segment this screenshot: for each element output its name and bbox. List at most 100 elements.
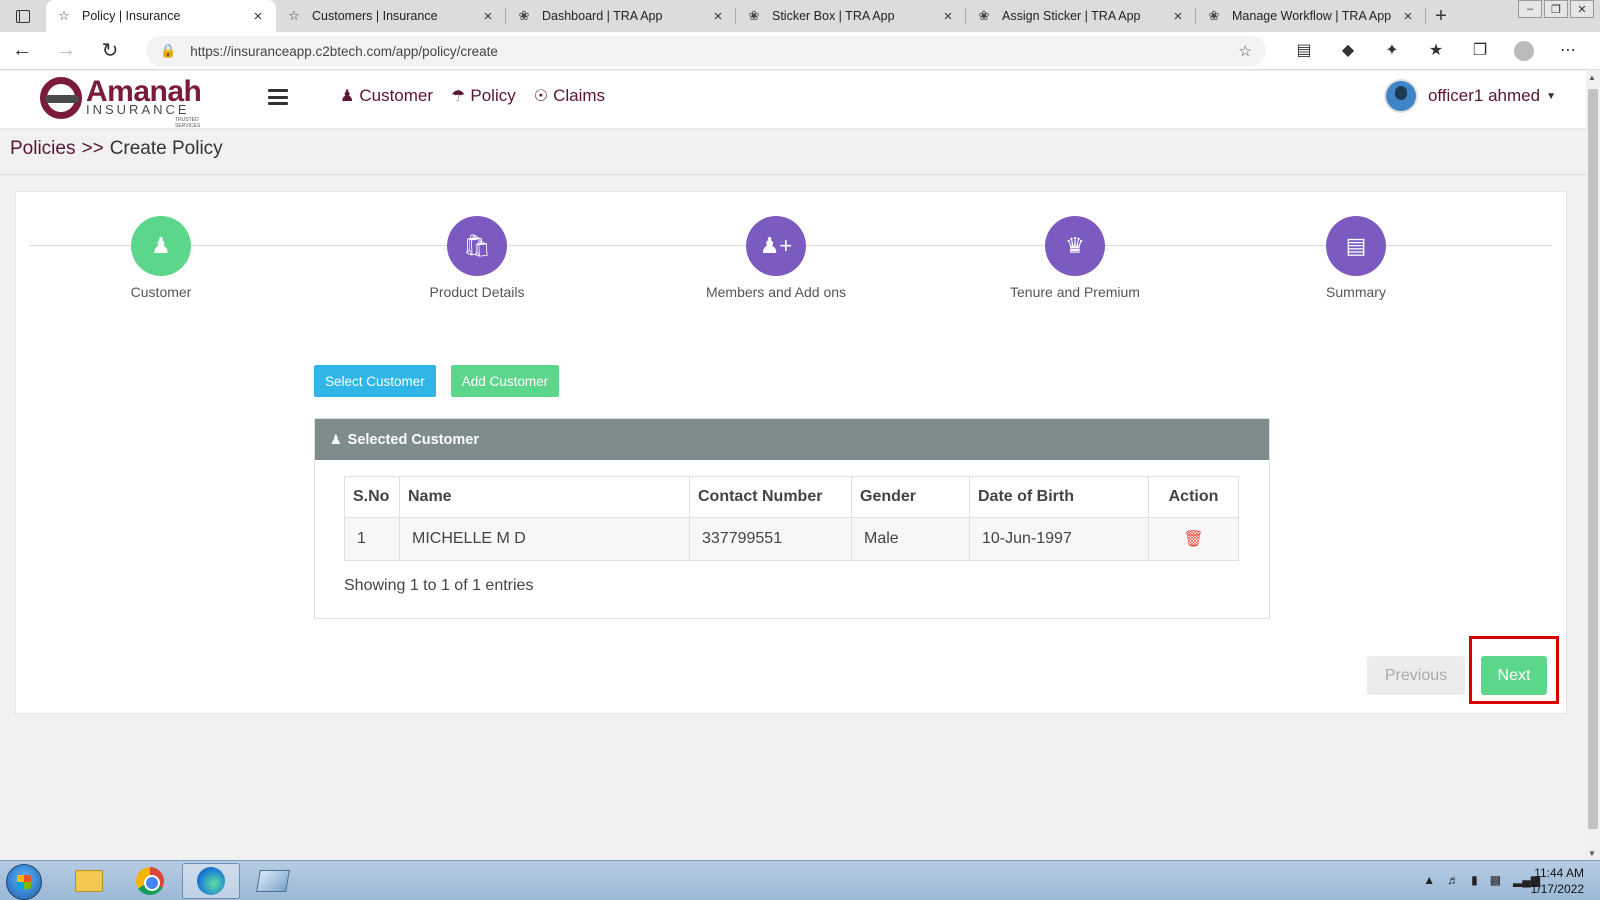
- battery-icon[interactable]: ▮: [1471, 873, 1478, 887]
- cell-dob: 10-Jun-1997: [969, 517, 1149, 561]
- back-arrow-icon[interactable]: ←: [0, 39, 44, 62]
- nav-label: Policy: [470, 86, 516, 105]
- forward-arrow-icon[interactable]: →: [44, 39, 88, 62]
- refresh-icon[interactable]: ↻: [88, 38, 132, 63]
- avatar: [1383, 79, 1418, 113]
- crown-icon: ♛: [1045, 216, 1105, 276]
- amanah-logo[interactable]: Amanah INSURANCE TRUSTED SERVICES: [40, 75, 210, 129]
- step-tenure-premium[interactable]: ♛ Tenure and Premium: [975, 216, 1175, 300]
- tray-expand-icon[interactable]: ▲: [1423, 873, 1435, 887]
- step-customer[interactable]: ♟ Customer: [61, 216, 261, 300]
- scroll-down-icon[interactable]: ▼: [1588, 849, 1596, 858]
- taskbar-chrome[interactable]: [121, 863, 179, 899]
- divider: [0, 174, 1586, 175]
- start-button[interactable]: [6, 864, 42, 900]
- emblem-icon: ❀: [1208, 8, 1220, 23]
- collections-icon[interactable]: ❐: [1458, 38, 1502, 70]
- browser-tab-policy[interactable]: ☆ Policy | Insurance ×: [46, 0, 276, 32]
- cell-gender: Male: [851, 517, 970, 561]
- create-policy-card: ♟ Customer 🛍 Product Details ♟+ Members …: [15, 191, 1567, 714]
- user-name: officer1 ahmed: [1427, 86, 1541, 105]
- scroll-up-icon[interactable]: ▲: [1588, 73, 1596, 82]
- more-options-icon[interactable]: ⋯: [1546, 38, 1590, 70]
- logo-mark: [40, 77, 82, 119]
- shopping-bag-icon: 🛍: [447, 216, 507, 276]
- browser-tab-assign-sticker[interactable]: ❀ Assign Sticker | TRA App ×: [966, 0, 1196, 32]
- restore-icon[interactable]: ❐: [1544, 0, 1568, 18]
- profile-icon[interactable]: [1502, 38, 1546, 70]
- hamburger-menu-icon[interactable]: [268, 89, 288, 105]
- breadcrumb: Policies >> Create Policy: [10, 138, 223, 160]
- customer-action-buttons: Select Customer Add Customer: [314, 365, 574, 397]
- close-icon[interactable]: ×: [710, 8, 726, 25]
- col-contact[interactable]: Contact Number: [689, 476, 852, 518]
- next-button[interactable]: Next: [1481, 656, 1547, 695]
- tab-actions-icon[interactable]: [0, 0, 46, 32]
- lock-icon[interactable]: 🔒: [160, 43, 176, 59]
- scrollbar-thumb[interactable]: [1588, 89, 1598, 829]
- step-members-addons[interactable]: ♟+ Members and Add ons: [676, 216, 876, 300]
- add-customer-button[interactable]: Add Customer: [450, 365, 560, 397]
- app-header: Amanah INSURANCE TRUSTED SERVICES ♟ Cust…: [0, 71, 1586, 129]
- chrome-icon: [136, 867, 164, 895]
- step-label: Members and Add ons: [705, 284, 847, 300]
- col-name[interactable]: Name: [399, 476, 690, 518]
- logo-sub: INSURANCE: [86, 102, 190, 117]
- network-icon[interactable]: ▩: [1490, 873, 1501, 887]
- cell-sno: 1: [344, 517, 400, 561]
- nav-claims[interactable]: ☉ Claims: [534, 86, 605, 106]
- favorites-icon[interactable]: ★: [1414, 38, 1458, 70]
- panel-title: Selected Customer: [347, 431, 480, 448]
- nav-customer[interactable]: ♟ Customer: [340, 86, 433, 106]
- select-customer-button[interactable]: Select Customer: [314, 365, 436, 397]
- page-scrollbar[interactable]: ▲ ▼: [1586, 71, 1600, 860]
- trash-icon[interactable]: 🗑: [1183, 529, 1203, 549]
- url-text: https://insuranceapp.c2btech.com/app/pol…: [190, 43, 498, 59]
- browser-tab-customers[interactable]: ☆ Customers | Insurance ×: [276, 0, 506, 32]
- browser-tab-dashboard[interactable]: ❀ Dashboard | TRA App ×: [506, 0, 736, 32]
- tab-title: Assign Sticker | TRA App: [1002, 9, 1141, 23]
- address-bar[interactable]: 🔒 https://insuranceapp.c2btech.com/app/p…: [146, 36, 1266, 66]
- taskbar-clock[interactable]: 11:44 AM 1/17/2022: [1531, 865, 1584, 897]
- new-tab-button[interactable]: +: [1426, 0, 1456, 32]
- clock-time: 11:44 AM: [1534, 866, 1584, 880]
- table-header-row: S.No Name Contact Number Gender Date of …: [344, 476, 1239, 518]
- nav-label: Claims: [553, 86, 606, 105]
- previous-button[interactable]: Previous: [1367, 656, 1465, 695]
- breadcrumb-policies[interactable]: Policies: [10, 138, 75, 160]
- browser-tab-sticker-box[interactable]: ❀ Sticker Box | TRA App ×: [736, 0, 966, 32]
- add-favorite-icon[interactable]: ☆: [1239, 42, 1252, 60]
- nav-label: Customer: [359, 86, 434, 105]
- os-taskbar: ▲ ♬ ▮ ▩ ▂▄▆ 11:44 AM 1/17/2022: [0, 860, 1600, 900]
- close-icon[interactable]: ×: [1400, 8, 1416, 25]
- col-gender[interactable]: Gender: [851, 476, 970, 518]
- taskbar-remote-desktop[interactable]: [244, 863, 302, 899]
- user-menu[interactable]: officer1 ahmed ▼: [1383, 79, 1556, 113]
- nav-policy[interactable]: ☂ Policy: [451, 86, 516, 106]
- taskbar-edge[interactable]: [182, 863, 240, 899]
- user-icon: ♟: [340, 88, 355, 105]
- close-icon[interactable]: ×: [480, 8, 496, 25]
- close-icon[interactable]: ×: [1170, 8, 1186, 25]
- step-label: Customer: [130, 284, 192, 300]
- step-product-details[interactable]: 🛍 Product Details: [377, 216, 577, 300]
- extensions-puzzle-icon[interactable]: ✦: [1370, 38, 1414, 70]
- volume-icon[interactable]: ♬: [1447, 873, 1459, 887]
- shield-extension-icon[interactable]: ◆: [1326, 38, 1370, 70]
- close-icon[interactable]: ×: [250, 8, 266, 25]
- edge-icon: [197, 867, 225, 895]
- minimize-icon[interactable]: –: [1518, 0, 1542, 18]
- browser-tab-strip: ☆ Policy | Insurance × ☆ Customers | Ins…: [0, 0, 1600, 32]
- close-icon[interactable]: ×: [940, 8, 956, 25]
- step-summary[interactable]: ▤ Summary: [1256, 216, 1456, 300]
- window-close-icon[interactable]: ✕: [1570, 0, 1594, 18]
- col-dob[interactable]: Date of Birth: [969, 476, 1149, 518]
- table-info: Showing 1 to 1 of 1 entries: [344, 577, 534, 594]
- browser-tab-manage-workflow[interactable]: ❀ Manage Workflow | TRA App ×: [1196, 0, 1426, 32]
- clock-date: 1/17/2022: [1530, 882, 1584, 896]
- reading-list-icon[interactable]: ▤: [1282, 38, 1326, 70]
- shield-icon: ☆: [288, 8, 300, 23]
- col-sno[interactable]: S.No: [344, 476, 400, 518]
- window-controls: – ❐ ✕: [1516, 0, 1594, 18]
- taskbar-file-explorer[interactable]: [60, 863, 118, 899]
